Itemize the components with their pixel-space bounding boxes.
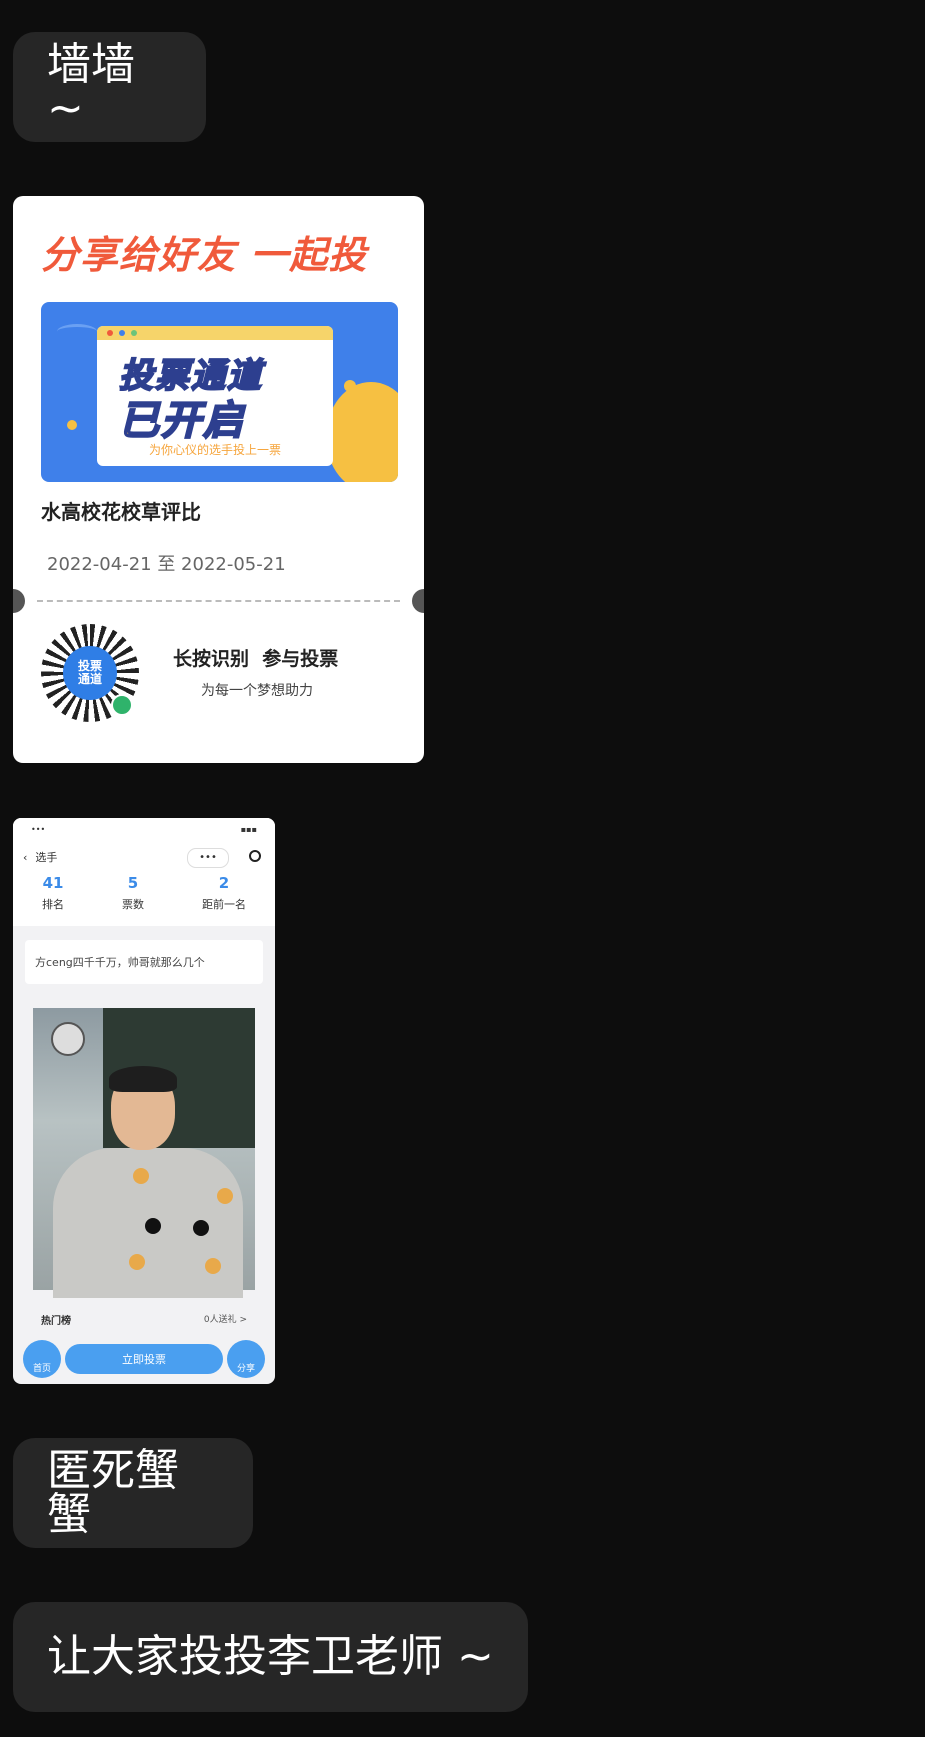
banner-subtitle: 为你心仪的选手投上一票 xyxy=(148,443,281,457)
stat-label: 票数 xyxy=(122,898,144,911)
blob-decoration xyxy=(326,382,398,482)
message-text: 墙墙 ~ xyxy=(47,39,135,134)
stats-row: 41 排名 5 票数 2 距前一名 xyxy=(13,874,275,926)
poster-title: 水高校花校草评比 xyxy=(41,500,201,524)
close-target-icon xyxy=(249,850,261,862)
bottom-bar: 首页 立即投票 分享 xyxy=(13,1338,275,1384)
message-text: 让大家投投李卫老师 ~ xyxy=(47,1631,494,1682)
more-menu-icon: ••• xyxy=(187,848,229,868)
stat-value: 5 xyxy=(127,874,139,892)
stat-label: 距前一名 xyxy=(202,898,246,911)
stat-votes: 5 票数 xyxy=(122,874,144,926)
message-text: 匿死蟹蟹 xyxy=(47,1445,179,1540)
stat-value: 41 xyxy=(42,874,64,892)
nav-bar: ‹ 选手 ••• xyxy=(13,840,275,874)
poster-subtext: 为每一个梦想助力 xyxy=(201,683,313,699)
poster-cta: 长按识别 参与投票 xyxy=(173,648,339,670)
chat-bubble-3[interactable]: 让大家投投李卫老师 ~ xyxy=(13,1602,528,1712)
stat-value: 2 xyxy=(218,874,230,892)
banner-window: 投票通道 已开启 为你心仪的选手投上一票 xyxy=(97,326,333,466)
share-poster-card[interactable]: 分享给好友 一起投 投票通道 已开启 为你心仪的选手投上一票 水高校花校草评比 … xyxy=(13,196,424,763)
status-bar: ••• ▪▪▪ xyxy=(13,818,275,840)
qr-center-label: 投票 通道 xyxy=(63,646,117,700)
shared-screenshot[interactable]: ••• ▪▪▪ ‹ 选手 ••• 41 排名 5 票数 2 距前一名 方ceng四… xyxy=(13,818,275,1384)
stat-rank: 41 排名 xyxy=(42,874,64,926)
home-label: 首页 xyxy=(32,1364,51,1374)
stat-gap: 2 距前一名 xyxy=(202,874,246,926)
home-button[interactable]: 首页 xyxy=(23,1340,61,1378)
chat-bubble-1[interactable]: 墙墙 ~ xyxy=(13,32,206,142)
share-label: 分享 xyxy=(236,1364,255,1374)
nav-title: 选手 xyxy=(35,851,58,864)
mini-program-icon xyxy=(111,694,133,716)
ticket-notch-left xyxy=(13,589,25,613)
contestant-photo xyxy=(33,1008,255,1298)
qr-code-icon[interactable]: 投票 通道 xyxy=(41,624,139,722)
chat-bubble-2[interactable]: 匿死蟹蟹 xyxy=(13,1438,253,1548)
dot-decoration xyxy=(67,420,77,430)
back-icon: ‹ xyxy=(23,850,28,864)
contestant-message: 方ceng四千千万，帅哥就那么几个 xyxy=(25,940,263,984)
ticket-notch-right xyxy=(412,589,424,613)
poster-dates: 2022-04-21 至 2022-05-21 xyxy=(47,554,286,575)
share-button[interactable]: 分享 xyxy=(227,1340,265,1378)
stat-label: 排名 xyxy=(42,898,64,911)
vote-button[interactable]: 立即投票 xyxy=(65,1344,223,1374)
poster-banner: 投票通道 已开启 为你心仪的选手投上一票 xyxy=(41,302,398,482)
banner-line-2: 已开启 xyxy=(118,397,245,445)
wave-decoration xyxy=(57,324,97,339)
gift-count: 0人送礼 > xyxy=(203,1315,247,1325)
clock-icon xyxy=(51,1022,85,1056)
poster-headline: 分享给好友 一起投 xyxy=(41,233,368,277)
hot-list-label: 热门榜 xyxy=(41,1316,71,1327)
dashed-divider xyxy=(37,600,400,602)
